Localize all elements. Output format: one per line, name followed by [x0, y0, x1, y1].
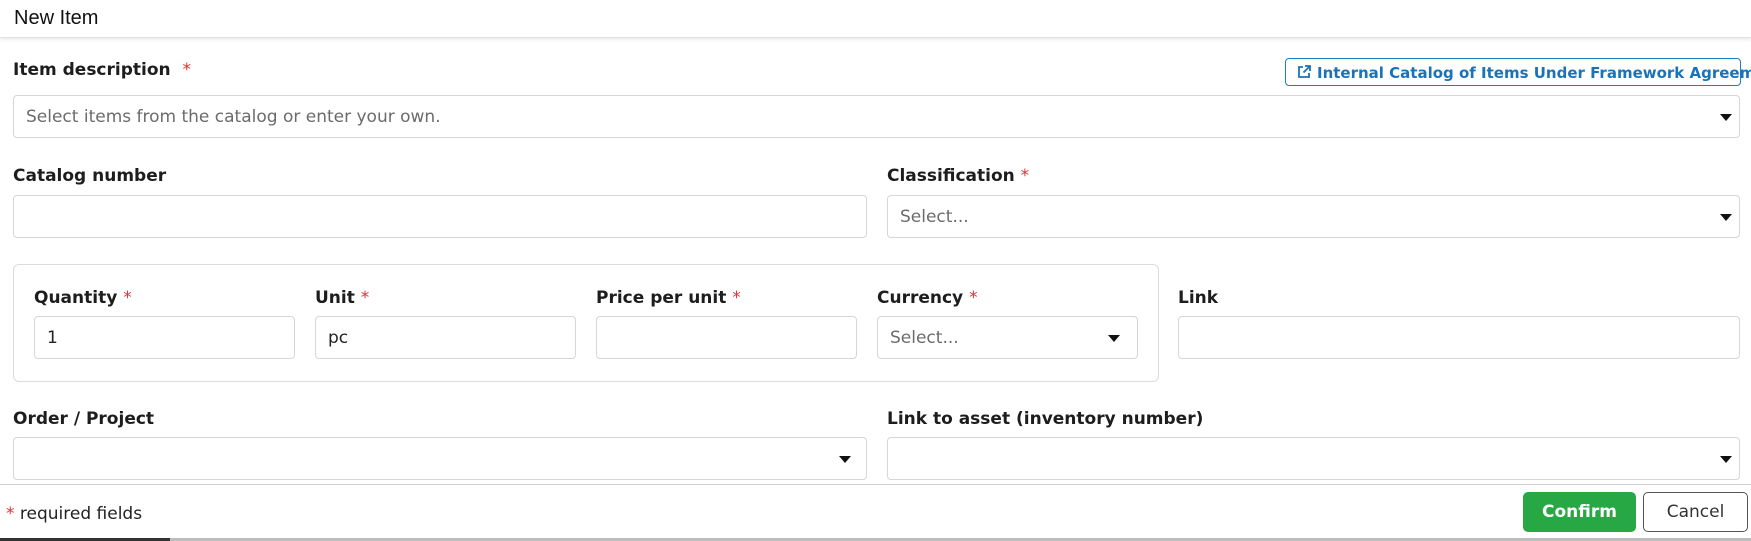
currency-label: Currency *: [877, 288, 978, 308]
unit-label: Unit *: [315, 288, 370, 308]
catalog-number-label: Catalog number: [13, 166, 167, 186]
required-mark: *: [123, 288, 132, 308]
dialog-header: New Item: [0, 0, 1751, 38]
price-per-unit-label: Price per unit *: [596, 288, 741, 308]
unit-input[interactable]: pc: [315, 316, 576, 359]
required-mark: *: [6, 504, 15, 524]
quantity-value: 1: [47, 328, 58, 348]
required-mark: *: [182, 60, 191, 80]
asset-link-select[interactable]: [887, 437, 1740, 480]
confirm-button[interactable]: Confirm: [1523, 492, 1636, 532]
required-mark: *: [969, 288, 978, 308]
chevron-down-icon: [1720, 214, 1732, 221]
classification-label: Classification *: [887, 166, 1030, 186]
item-description-select[interactable]: Select items from the catalog or enter y…: [13, 95, 1740, 138]
order-project-select[interactable]: [13, 437, 867, 480]
catalog-number-input[interactable]: [13, 195, 867, 238]
chevron-down-icon: [1720, 456, 1732, 463]
chevron-down-icon: [1108, 335, 1120, 342]
required-mark: *: [1020, 166, 1030, 186]
quantity-input[interactable]: 1: [34, 316, 295, 359]
required-mark: *: [360, 288, 370, 308]
currency-placeholder: Select...: [890, 328, 959, 348]
external-link-icon: [1298, 65, 1311, 78]
internal-catalog-link[interactable]: Internal Catalog of Items Under Framewor…: [1285, 58, 1751, 86]
currency-select[interactable]: Select...: [877, 316, 1138, 359]
link-input[interactable]: [1178, 316, 1740, 359]
chevron-down-icon: [1720, 114, 1732, 121]
classification-select[interactable]: Select...: [887, 195, 1740, 238]
cancel-button[interactable]: Cancel: [1643, 492, 1748, 532]
link-label: Link: [1178, 288, 1219, 308]
chevron-down-icon: [839, 456, 851, 463]
order-project-label: Order / Project: [13, 409, 155, 429]
price-per-unit-input[interactable]: [596, 316, 857, 359]
item-description-label: Item description *: [13, 60, 191, 80]
required-mark: *: [732, 288, 741, 308]
classification-placeholder: Select...: [900, 207, 969, 227]
unit-value: pc: [328, 328, 349, 348]
item-description-placeholder: Select items from the catalog or enter y…: [26, 107, 441, 127]
dialog-footer: * required fields Confirm Cancel: [0, 484, 1751, 541]
required-fields-note: * required fields: [6, 504, 143, 524]
dialog-title: New Item: [14, 7, 99, 29]
asset-link-label: Link to asset (inventory number): [887, 409, 1204, 429]
quantity-label: Quantity *: [34, 288, 132, 308]
internal-catalog-link-label: Internal Catalog of Items Under Framewor…: [1317, 64, 1751, 82]
